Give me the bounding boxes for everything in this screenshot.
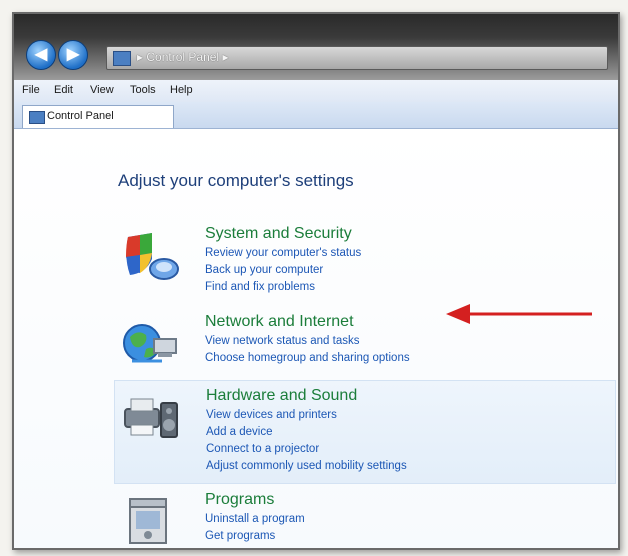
address-bar[interactable]: ▸ Control Panel ▸ bbox=[106, 46, 608, 70]
printer-speaker-icon bbox=[124, 398, 178, 438]
menu-help[interactable]: Help bbox=[170, 84, 193, 96]
link-add-device[interactable]: Add a device bbox=[206, 426, 273, 438]
breadcrumb-separator-icon: ▸ bbox=[137, 50, 144, 64]
menu-tools[interactable]: Tools bbox=[130, 84, 156, 96]
link-uninstall-program[interactable]: Uninstall a program bbox=[205, 513, 305, 525]
menu-file[interactable]: File bbox=[22, 84, 40, 96]
category-title[interactable]: Hardware and Sound bbox=[206, 387, 357, 405]
back-button[interactable]: ◀ bbox=[26, 40, 56, 70]
category-hardware-sound: Hardware and Sound View devices and prin… bbox=[114, 380, 616, 484]
link-find-fix-problems[interactable]: Find and fix problems bbox=[205, 281, 315, 293]
tab-control-panel[interactable]: Control Panel bbox=[22, 105, 174, 128]
link-homegroup-sharing[interactable]: Choose homegroup and sharing options bbox=[205, 352, 410, 364]
link-view-network-status[interactable]: View network status and tasks bbox=[205, 335, 359, 347]
link-get-programs[interactable]: Get programs bbox=[205, 530, 275, 542]
control-panel-window: ◀ ▶ ▸ Control Panel ▸ File Edit View Too… bbox=[12, 12, 620, 550]
category-title[interactable]: Programs bbox=[205, 491, 274, 509]
tab-strip: Control Panel bbox=[14, 102, 618, 129]
title-bar: ◀ ▶ ▸ Control Panel ▸ bbox=[14, 14, 618, 80]
menu-edit[interactable]: Edit bbox=[54, 84, 73, 96]
programs-box-icon bbox=[129, 498, 167, 544]
control-panel-icon bbox=[113, 51, 131, 66]
forward-button[interactable]: ▶ bbox=[58, 40, 88, 70]
link-devices-printers[interactable]: View devices and printers bbox=[206, 409, 337, 421]
shield-icon bbox=[126, 233, 179, 280]
forward-arrow-icon: ▶ bbox=[66, 46, 80, 63]
annotation-arrow-icon bbox=[446, 304, 592, 324]
breadcrumb-control-panel[interactable]: Control Panel bbox=[146, 50, 219, 64]
category-system-security: System and Security Review your computer… bbox=[114, 225, 614, 305]
back-arrow-icon: ◀ bbox=[34, 46, 48, 63]
menu-view[interactable]: View bbox=[90, 84, 114, 96]
menu-bar: File Edit View Tools Help bbox=[14, 80, 618, 102]
control-panel-icon bbox=[29, 111, 45, 124]
link-review-status[interactable]: Review your computer's status bbox=[205, 247, 361, 259]
page-title: Adjust your computer's settings bbox=[118, 171, 354, 190]
link-connect-projector[interactable]: Connect to a projector bbox=[206, 443, 319, 455]
category-programs: Programs Uninstall a program Get program… bbox=[114, 491, 614, 547]
link-mobility-settings[interactable]: Adjust commonly used mobility settings bbox=[206, 460, 407, 472]
category-title[interactable]: Network and Internet bbox=[205, 313, 354, 331]
network-globe-icon bbox=[123, 324, 177, 363]
breadcrumb-separator-icon[interactable]: ▸ bbox=[222, 50, 228, 64]
category-title[interactable]: System and Security bbox=[205, 225, 352, 243]
content-area: Adjust your computer's settings System a… bbox=[14, 129, 618, 548]
link-back-up-computer[interactable]: Back up your computer bbox=[205, 264, 323, 276]
tab-label: Control Panel bbox=[47, 110, 114, 122]
